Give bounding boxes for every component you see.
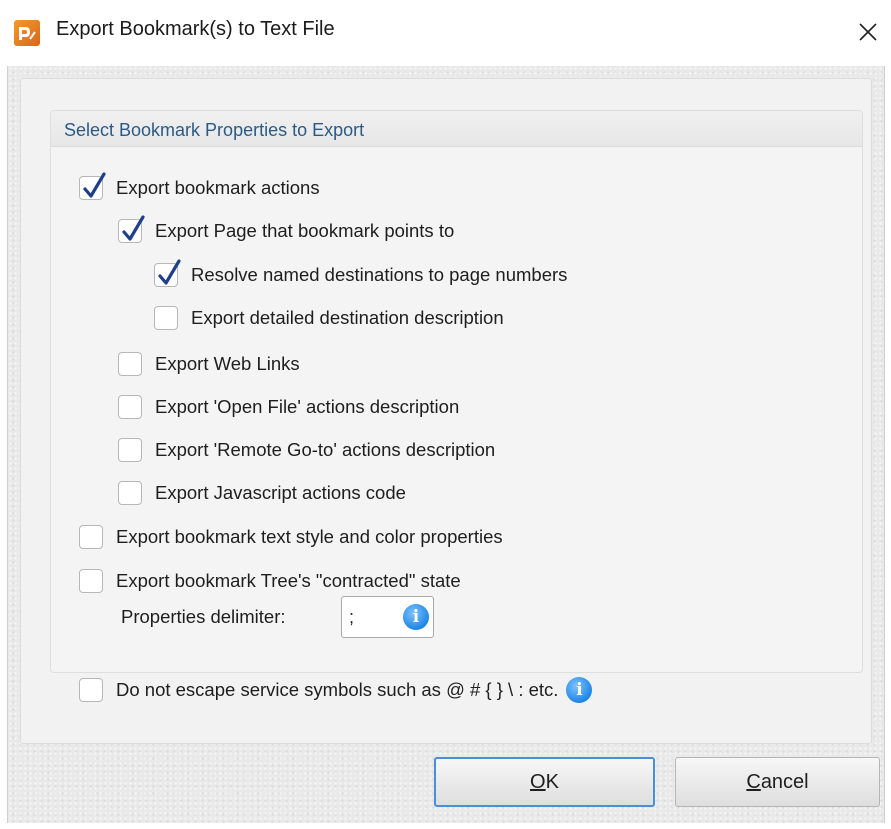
checkmark-icon	[158, 259, 181, 285]
option-export-javascript[interactable]: Export Javascript actions code	[118, 478, 406, 508]
group-header: Select Bookmark Properties to Export	[51, 111, 862, 147]
checkmark-icon	[122, 215, 145, 241]
checkbox[interactable]	[118, 215, 145, 243]
checkbox[interactable]	[118, 481, 142, 505]
option-label: Export Web Links	[155, 353, 300, 374]
cancel-button[interactable]: Cancel	[675, 757, 880, 807]
info-icon[interactable]: i	[566, 677, 593, 703]
checkbox[interactable]	[118, 438, 142, 462]
option-label: Export 'Open File' actions description	[155, 396, 460, 417]
delimiter-label: Properties delimiter:	[121, 606, 286, 627]
checkbox[interactable]	[154, 259, 181, 287]
option-label: Export bookmark actions	[116, 177, 320, 198]
group-title: Select Bookmark Properties to Export	[64, 120, 365, 140]
checkbox[interactable]	[154, 306, 178, 330]
option-label: Export Javascript actions code	[155, 482, 406, 503]
options-panel: Select Bookmark Properties to Export Exp…	[20, 78, 872, 744]
checkbox[interactable]	[79, 172, 106, 200]
option-export-text-style[interactable]: Export bookmark text style and color pro…	[79, 522, 503, 552]
option-label: Do not escape service symbols such as @ …	[116, 679, 559, 700]
delimiter-input[interactable]: ; i	[341, 596, 434, 638]
option-label: Export detailed destination description	[191, 307, 504, 328]
option-label: Export 'Remote Go-to' actions descriptio…	[155, 439, 496, 460]
option-export-contracted-state[interactable]: Export bookmark Tree's "contracted" stat…	[79, 566, 461, 596]
cancel-mnemonic: C	[746, 771, 761, 793]
checkmark-icon	[83, 172, 106, 198]
close-button[interactable]	[848, 12, 888, 52]
option-do-not-escape[interactable]: Do not escape service symbols such as @ …	[79, 675, 593, 705]
option-export-page[interactable]: Export Page that bookmark points to	[118, 215, 455, 246]
option-label: Export Page that bookmark points to	[155, 220, 455, 241]
dialog-title: Export Bookmark(s) to Text File	[56, 18, 335, 40]
checkbox[interactable]	[79, 525, 103, 549]
dialog-body: Select Bookmark Properties to Export Exp…	[7, 66, 885, 823]
ok-label-rest: K	[545, 771, 559, 793]
checkbox[interactable]	[118, 352, 142, 376]
option-export-detailed-destination[interactable]: Export detailed destination description	[154, 303, 504, 333]
checkbox[interactable]	[79, 678, 103, 702]
option-export-bookmark-actions[interactable]: Export bookmark actions	[79, 172, 320, 203]
export-bookmarks-dialog: Export Bookmark(s) to Text File Select B…	[0, 0, 891, 829]
option-label: Export bookmark Tree's "contracted" stat…	[116, 570, 461, 591]
info-icon[interactable]: i	[403, 604, 429, 630]
option-export-open-file[interactable]: Export 'Open File' actions description	[118, 392, 459, 422]
delimiter-value: ;	[349, 607, 355, 627]
option-label: Export bookmark text style and color pro…	[116, 526, 503, 547]
ok-button[interactable]: OK	[434, 757, 655, 807]
ok-mnemonic: O	[530, 771, 546, 793]
option-label: Resolve named destinations to page numbe…	[191, 264, 568, 285]
close-icon	[859, 23, 877, 41]
option-export-web-links[interactable]: Export Web Links	[118, 349, 300, 379]
cancel-label-rest: ancel	[760, 771, 809, 793]
checkbox[interactable]	[118, 395, 142, 419]
checkbox[interactable]	[79, 569, 103, 593]
title-bar[interactable]: Export Bookmark(s) to Text File	[0, 0, 891, 66]
option-resolve-named-destinations[interactable]: Resolve named destinations to page numbe…	[154, 259, 568, 290]
app-logo-icon	[14, 20, 40, 46]
option-export-remote-goto[interactable]: Export 'Remote Go-to' actions descriptio…	[118, 435, 495, 465]
